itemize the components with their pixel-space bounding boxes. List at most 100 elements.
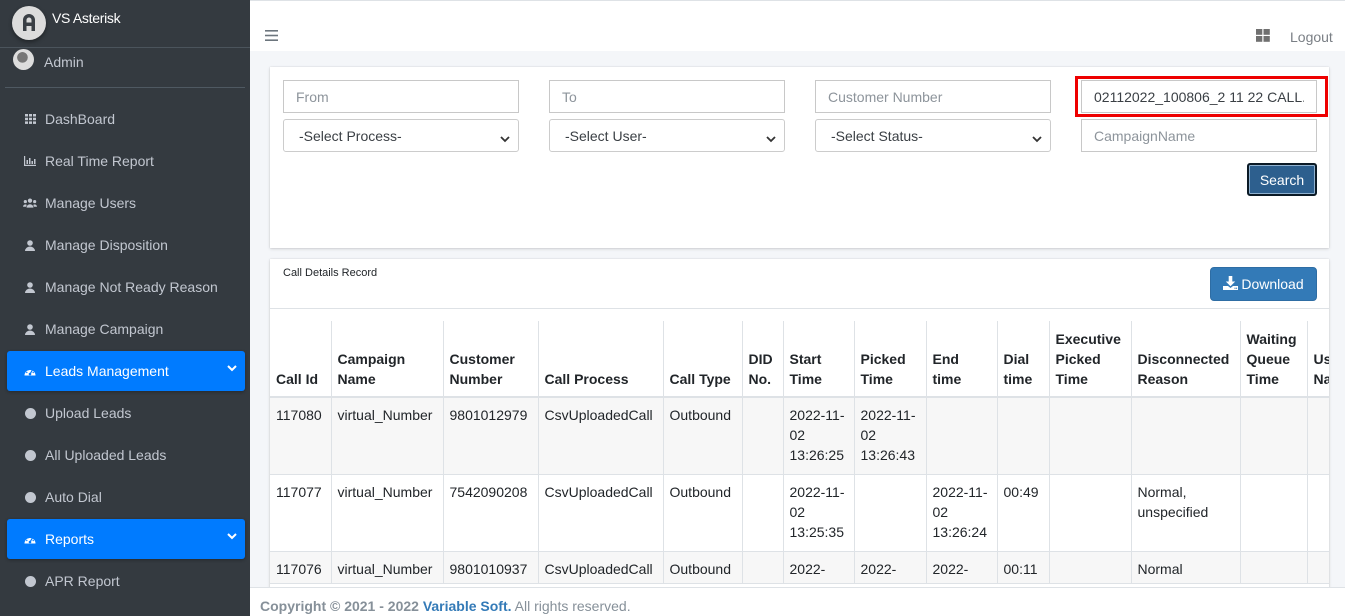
cell-customer-number: 9801010937	[442, 550, 539, 584]
circle-icon	[23, 407, 37, 419]
sidebar-item-upload-leads[interactable]: Upload Leads	[7, 392, 245, 434]
cell-user-name	[1306, 396, 1329, 475]
circle-icon	[23, 575, 37, 587]
chevron-down-icon	[1032, 130, 1042, 146]
download-button[interactable]: Download	[1210, 267, 1317, 301]
sidebar-item-manage-campaign[interactable]: Manage Campaign	[7, 308, 245, 350]
sidebar-item-label: Manage Disposition	[45, 237, 168, 253]
sidebar-item-label: DashBoard	[45, 111, 116, 127]
column-header[interactable]: Campaign Name	[330, 321, 444, 398]
process-select-value: -Select Process-	[299, 127, 402, 144]
column-header[interactable]: Customer Number	[442, 321, 539, 398]
cell-start-time: 2022-	[782, 550, 855, 584]
cell-did-no	[741, 396, 784, 475]
grid-icon	[23, 114, 37, 124]
campaign-name-input[interactable]	[1081, 119, 1317, 152]
column-header[interactable]: Call Type	[662, 321, 743, 398]
sidebar-item-all-uploaded-leads[interactable]: All Uploaded Leads	[7, 434, 245, 476]
dashboard-gauge-icon	[23, 366, 37, 376]
cell-did-no	[741, 550, 784, 584]
user-select[interactable]: -Select User-	[549, 119, 785, 152]
avatar	[13, 49, 34, 70]
sidebar-item-apr-report[interactable]: APR Report	[7, 560, 245, 602]
menu-toggle-icon[interactable]	[265, 28, 278, 44]
apps-grid-icon[interactable]	[1256, 29, 1270, 45]
sidebar-item-label: Manage Users	[45, 195, 137, 211]
sidebar-item-reports[interactable]: Reports	[7, 519, 245, 559]
cell-call-process: CsvUploadedCall	[537, 473, 664, 552]
column-header[interactable]: Disconnected Reason	[1130, 321, 1241, 398]
brand-title: VS Asterisk	[52, 10, 121, 26]
sidebar-item-manage-disposition[interactable]: Manage Disposition	[7, 224, 245, 266]
sidebar-item-label: Auto Dial	[45, 489, 102, 505]
column-header[interactable]: Start Time	[782, 321, 855, 398]
chevron-down-icon	[500, 130, 510, 146]
circle-icon	[23, 491, 37, 503]
file-name-input[interactable]	[1081, 80, 1317, 113]
cell-campaign-name: virtual_Number	[330, 550, 444, 584]
table-row: 117076 virtual_Number 9801010937 CsvUplo…	[270, 550, 1329, 584]
sidebar-item-manage-users[interactable]: Manage Users	[7, 182, 245, 224]
cell-disconnected-reason: Normal	[1130, 550, 1241, 584]
column-header[interactable]: Waiting Queue Time	[1239, 321, 1308, 398]
table-row: 117080 virtual_Number 9801012979 CsvUplo…	[270, 396, 1329, 475]
column-header[interactable]: DID No.	[741, 321, 784, 398]
call-details-table: Call Id Campaign Name Customer Number Ca…	[270, 321, 1329, 584]
cell-picked-time: 2022-11-02 13:26:43	[853, 396, 927, 475]
download-icon	[1223, 275, 1239, 293]
cell-waiting-queue-time	[1239, 550, 1308, 584]
status-select[interactable]: -Select Status-	[815, 119, 1051, 152]
cell-user-name	[1306, 550, 1329, 584]
table-header-row: Call Id Campaign Name Customer Number Ca…	[270, 321, 1329, 398]
cell-executive-picked-time	[1048, 550, 1132, 584]
sidebar-item-manage-not-ready-reason[interactable]: Manage Not Ready Reason	[7, 266, 245, 308]
user-name: Admin	[44, 54, 84, 70]
sidebar-item-label: Manage Campaign	[45, 321, 164, 337]
cell-start-time: 2022-11-02 13:26:25	[782, 396, 855, 475]
divider	[270, 308, 1329, 309]
column-header[interactable]: Call Id	[270, 321, 332, 398]
cell-did-no	[741, 473, 784, 552]
chevron-down-icon	[227, 359, 237, 375]
sidebar-item-dashboard[interactable]: DashBoard	[7, 98, 245, 140]
from-date-input[interactable]	[283, 80, 519, 113]
sidebar-item-leads-management[interactable]: Leads Management	[7, 351, 245, 391]
footer: Copyright © 2021 - 2022 Variable Soft. A…	[250, 587, 1345, 616]
table-scroll-container[interactable]: Call Id Campaign Name Customer Number Ca…	[270, 321, 1329, 589]
column-header[interactable]: Call Process	[537, 321, 664, 398]
call-details-card: Call Details Record Download Call Id Cam…	[270, 259, 1329, 589]
search-button[interactable]: Search	[1247, 163, 1317, 196]
column-header[interactable]: Dial time	[996, 321, 1050, 398]
column-header[interactable]: End time	[925, 321, 998, 398]
process-select[interactable]: -Select Process-	[283, 119, 519, 152]
company-link[interactable]: Variable Soft.	[423, 598, 512, 614]
sidebar-item-label: All Uploaded Leads	[45, 447, 167, 463]
customer-number-input[interactable]	[815, 80, 1051, 113]
column-header[interactable]: Picked Time	[853, 321, 927, 398]
cell-call-type: Outbound	[662, 473, 743, 552]
cell-user-name	[1306, 473, 1329, 552]
cell-end-time: 2022-	[925, 550, 998, 584]
user-panel[interactable]: Admin	[5, 48, 245, 88]
cell-picked-time	[853, 473, 927, 552]
top-navbar: Logout	[250, 0, 1345, 51]
filter-card: -Select Process- -Select User- -Select S…	[270, 67, 1329, 248]
logout-link[interactable]: Logout	[1290, 29, 1333, 45]
circle-icon	[23, 449, 37, 461]
cell-call-id: 117080	[270, 396, 332, 475]
to-date-input[interactable]	[549, 80, 785, 113]
sidebar-item-auto-dial[interactable]: Auto Dial	[7, 476, 245, 518]
brand[interactable]: VS Asterisk	[0, 0, 250, 48]
cell-disconnected-reason: Normal, unspecified	[1130, 473, 1241, 552]
brand-logo-icon	[12, 6, 46, 40]
column-header[interactable]: User Name	[1306, 321, 1329, 398]
cell-call-type: Outbound	[662, 550, 743, 584]
cell-call-process: CsvUploadedCall	[537, 550, 664, 584]
sidebar-item-real-time-report[interactable]: Real Time Report	[7, 140, 245, 182]
column-header[interactable]: Executive Picked Time	[1048, 321, 1132, 398]
cell-campaign-name: virtual_Number	[330, 396, 444, 475]
rights-text: All rights reserved.	[514, 598, 631, 614]
cell-executive-picked-time	[1048, 396, 1132, 475]
cell-end-time: 2022-11-02 13:26:24	[925, 473, 998, 552]
users-icon	[23, 198, 37, 208]
